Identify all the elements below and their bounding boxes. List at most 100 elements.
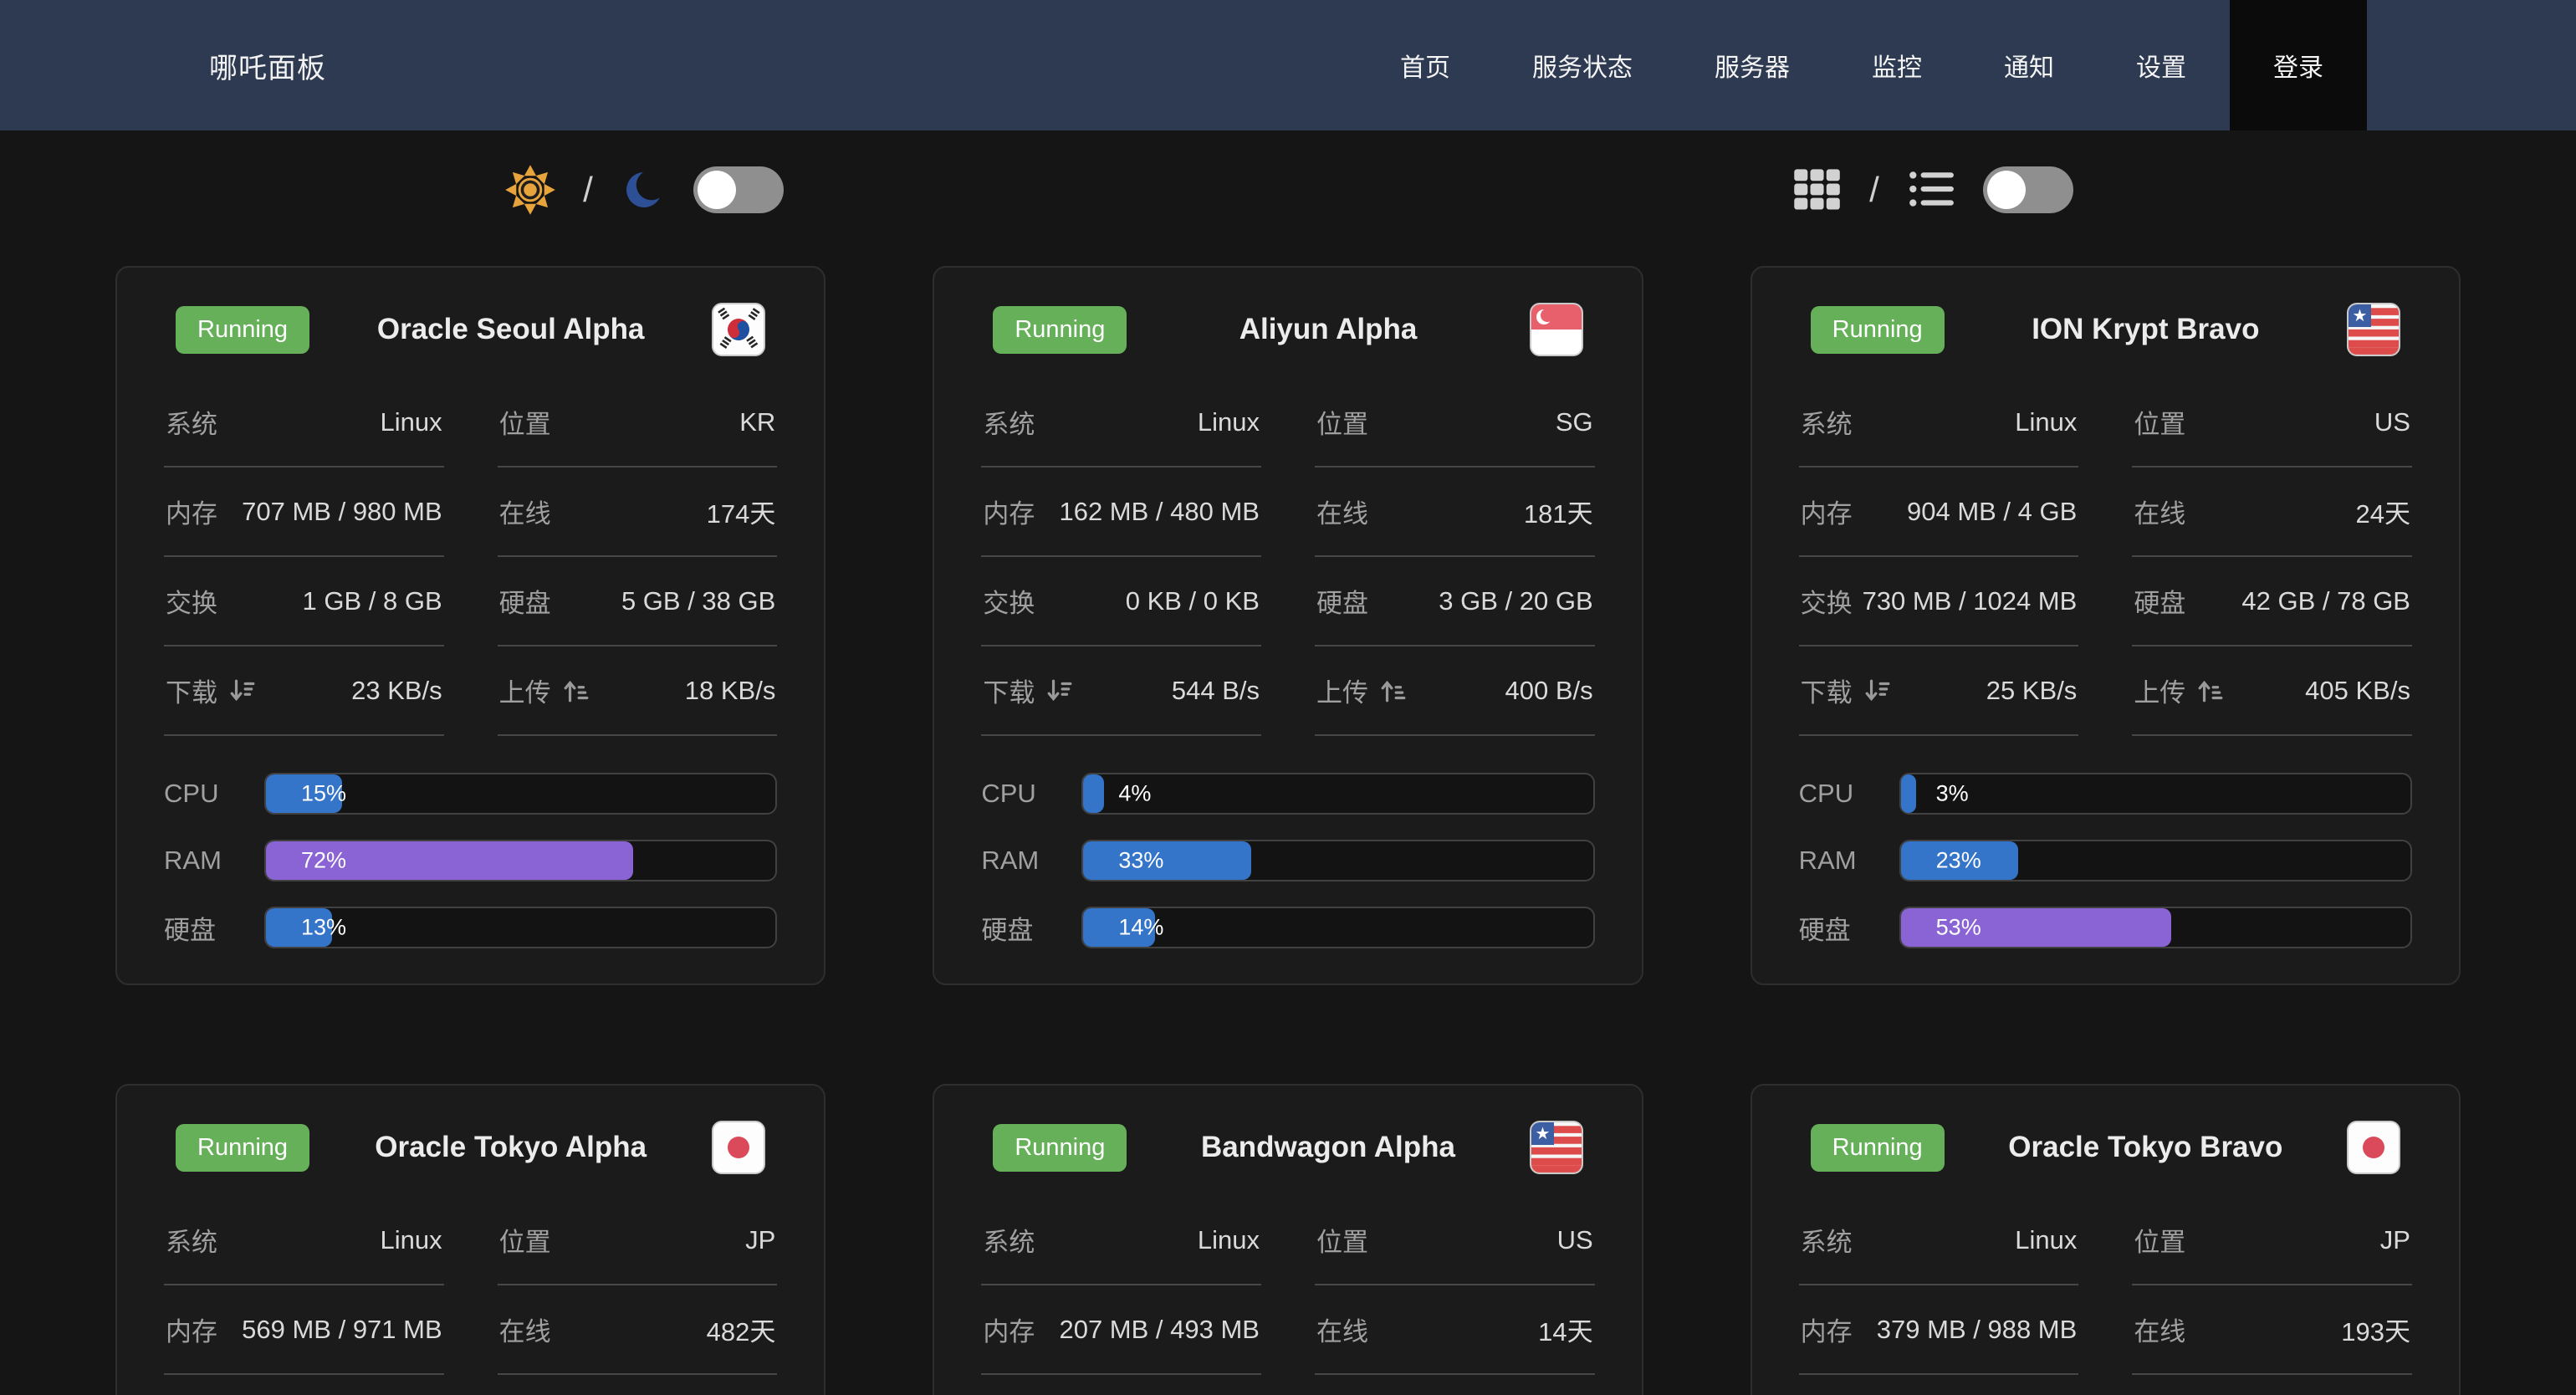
bar-percent: 14% bbox=[1118, 915, 1163, 941]
server-card-2[interactable]: RunningAliyun Alpha系统Linux位置SG内存162 MB /… bbox=[933, 266, 1643, 985]
stat-row: 系统 Linux 位置 KR bbox=[164, 378, 777, 468]
stat-row: 下载544 B/s上传400 B/s bbox=[981, 646, 1594, 736]
server-card-3[interactable]: RunningION Krypt Bravo★系统Linux位置US内存904 … bbox=[1751, 266, 2461, 985]
stat-label: 在线 bbox=[2134, 1311, 2185, 1348]
stat-cell-disk: 硬盘7 GB / 38 GB bbox=[2132, 1375, 2412, 1395]
stat-value: Linux bbox=[381, 407, 442, 437]
stat-row: 下载 25 KB/s 上传405 KB/s bbox=[1799, 646, 2412, 736]
stat-value: 3 GB / 20 GB bbox=[1439, 586, 1592, 616]
stat-cell-upload: 上传405 KB/s bbox=[2132, 646, 2412, 736]
stat-cell-memory: 内存379 MB / 988 MB bbox=[1799, 1285, 2079, 1375]
stat-cell-disk: 硬盘42 GB / 78 GB bbox=[2132, 557, 2412, 646]
bar-label: 硬盘 bbox=[981, 909, 1081, 947]
theme-switch[interactable] bbox=[693, 166, 784, 213]
stat-label: 硬盘 bbox=[499, 582, 551, 620]
bar-label: CPU bbox=[164, 779, 264, 809]
stat-value: 14天 bbox=[1538, 1311, 1592, 1348]
server-card-1[interactable]: RunningOracle Seoul Alpha系统Linux位置KR内存70… bbox=[115, 266, 825, 985]
stat-label: 上传 bbox=[1316, 672, 1407, 709]
stat-row: 系统Linux位置US bbox=[981, 1196, 1594, 1285]
flag-icon-sg bbox=[1530, 303, 1583, 356]
usage-bars: CPU3%RAM23%硬盘53% bbox=[1799, 736, 2412, 948]
stat-value: US bbox=[2374, 407, 2410, 437]
bar-label: RAM bbox=[1799, 846, 1899, 876]
stat-value: 730 MB / 1024 MB bbox=[1863, 586, 2078, 616]
nav-item-1[interactable]: 首页 bbox=[1362, 0, 1489, 130]
stat-cell-disk: 硬盘 5 GB / 38 GB bbox=[498, 557, 778, 646]
slash-separator: / bbox=[583, 170, 593, 210]
bar-row-ram: RAM33% bbox=[981, 840, 1594, 881]
ram-progress-bar: 72% bbox=[264, 840, 777, 881]
nav-item-2[interactable]: 服务状态 bbox=[1494, 0, 1671, 130]
stat-row: 交换463 MB / 8 GB硬盘8 GB / 38 GB bbox=[164, 1375, 777, 1395]
card-header: RunningBandwagon Alpha★ bbox=[981, 1107, 1594, 1196]
nav-item-4[interactable]: 监控 bbox=[1833, 0, 1960, 130]
stat-row: 交换398 MB / 8 GB硬盘7 GB / 38 GB bbox=[1799, 1375, 2412, 1395]
nav-item-6[interactable]: 设置 bbox=[2098, 0, 2225, 130]
stat-cell-uptime: 在线14天 bbox=[1315, 1285, 1595, 1375]
status-badge: Running bbox=[993, 1124, 1127, 1172]
flag-icon-us: ★ bbox=[1530, 1121, 1583, 1174]
view-toggle-group: / bbox=[1288, 164, 2576, 216]
stat-cell-memory: 内存 904 MB / 4 GB bbox=[1799, 468, 2079, 557]
stat-row: 下载23 KB/s上传18 KB/s bbox=[164, 646, 777, 736]
stat-label: 上传 bbox=[499, 672, 590, 709]
stat-cell-swap: 交换1 GB / 8 GB bbox=[164, 557, 444, 646]
stat-label: 位置 bbox=[1316, 403, 1368, 441]
disk-progress-bar: 53% bbox=[1899, 907, 2412, 948]
stat-value: SG bbox=[1556, 407, 1593, 437]
stat-label: 位置 bbox=[499, 403, 551, 441]
server-card-4[interactable]: RunningOracle Tokyo Alpha系统Linux位置JP内存56… bbox=[115, 1084, 825, 1395]
stat-value: 904 MB / 4 GB bbox=[1907, 497, 2077, 527]
server-name: Oracle Tokyo Alpha bbox=[309, 1131, 712, 1164]
stat-value: KR bbox=[739, 407, 775, 437]
ram-progress-bar: 33% bbox=[1081, 840, 1594, 881]
stat-row: 交换0 KB / 0 KB硬盘3 GB / 20 GB bbox=[981, 557, 1594, 646]
server-card-5[interactable]: RunningBandwagon Alpha★系统Linux位置US内存207 … bbox=[933, 1084, 1643, 1395]
stat-label: 在线 bbox=[499, 1311, 551, 1348]
nav-item-3[interactable]: 服务器 bbox=[1676, 0, 1828, 130]
stat-cell-system: 系统Linux bbox=[981, 378, 1261, 468]
server-name: Oracle Tokyo Bravo bbox=[1945, 1131, 2347, 1164]
stat-row: 内存569 MB / 971 MB 在线482天 bbox=[164, 1285, 777, 1375]
view-switch[interactable] bbox=[1983, 166, 2073, 213]
stat-label: 内存 bbox=[166, 493, 217, 530]
server-name: ION Krypt Bravo bbox=[1945, 313, 2347, 346]
stat-cell-download: 下载 25 KB/s bbox=[1799, 646, 2079, 736]
stat-cell-location: 位置 SG bbox=[1315, 378, 1595, 468]
bar-percent: 23% bbox=[1936, 848, 1981, 874]
stat-label: 交换 bbox=[1801, 582, 1853, 620]
stat-cell-swap: 交换463 MB / 8 GB bbox=[164, 1375, 444, 1395]
list-icon bbox=[1906, 165, 1956, 215]
bar-percent: 4% bbox=[1118, 781, 1151, 807]
server-card-6[interactable]: RunningOracle Tokyo Bravo系统Linux位置JP内存37… bbox=[1751, 1084, 2461, 1395]
stat-cell-uptime: 在线482天 bbox=[498, 1285, 778, 1375]
stat-label: 下载 bbox=[1801, 672, 1891, 709]
bar-row-disk: 硬盘 14% bbox=[981, 907, 1594, 948]
stat-label: 交换 bbox=[166, 582, 217, 620]
stat-value: 42 GB / 78 GB bbox=[2241, 586, 2410, 616]
stat-cell-location: 位置US bbox=[2132, 378, 2412, 468]
card-header: RunningOracle Seoul Alpha bbox=[164, 289, 777, 378]
stat-cell-memory: 内存569 MB / 971 MB bbox=[164, 1285, 444, 1375]
bar-row-disk: 硬盘53% bbox=[1799, 907, 2412, 948]
bar-row-disk: 硬盘13% bbox=[164, 907, 777, 948]
stat-value: 569 MB / 971 MB bbox=[242, 1315, 442, 1345]
stat-value: 0 KB / 0 KB bbox=[1126, 586, 1260, 616]
stat-label: 系统 bbox=[166, 403, 217, 441]
card-header: RunningOracle Tokyo Bravo bbox=[1799, 1107, 2412, 1196]
stat-value: 162 MB / 480 MB bbox=[1059, 497, 1260, 527]
stat-value: 405 KB/s bbox=[2305, 676, 2410, 706]
stat-value: Linux bbox=[2015, 1225, 2077, 1255]
status-badge: Running bbox=[176, 306, 309, 354]
nav-item-5[interactable]: 通知 bbox=[1965, 0, 2093, 130]
disk-progress-bar: 14% bbox=[1081, 907, 1594, 948]
nav-item-7[interactable]: 登录 bbox=[2230, 0, 2367, 130]
usage-bars: CPU4%RAM33%硬盘14% bbox=[981, 736, 1594, 948]
stat-label: 内存 bbox=[1801, 493, 1853, 530]
stat-value: 181天 bbox=[1524, 493, 1593, 530]
stat-value: 5 GB / 38 GB bbox=[621, 586, 775, 616]
stat-value: 23 KB/s bbox=[351, 676, 442, 706]
stat-value: 25 KB/s bbox=[1986, 676, 2078, 706]
stat-value: 400 B/s bbox=[1505, 676, 1593, 706]
